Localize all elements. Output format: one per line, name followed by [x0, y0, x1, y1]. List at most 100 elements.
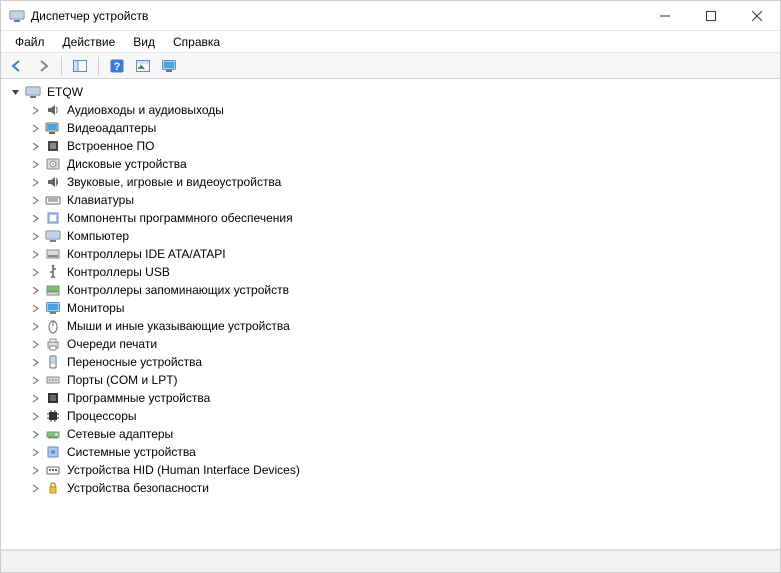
tree-category-node[interactable]: Клавиатуры — [29, 191, 772, 209]
tree-category-node[interactable]: Компоненты программного обеспечения — [29, 209, 772, 227]
show-hide-tree-button[interactable] — [68, 55, 92, 77]
portable-device-icon — [45, 354, 61, 370]
chevron-right-icon[interactable] — [29, 284, 41, 296]
tree-root-node[interactable]: ETQW — [9, 83, 772, 101]
tree-category-label[interactable]: Устройства безопасности — [65, 481, 211, 495]
menu-help[interactable]: Справка — [165, 33, 228, 51]
tree-category-node[interactable]: Устройства безопасности — [29, 479, 772, 497]
titlebar: Диспетчер устройств — [1, 1, 780, 31]
chevron-right-icon[interactable] — [29, 176, 41, 188]
tree-category-label[interactable]: Переносные устройства — [65, 355, 204, 369]
tree-category-node[interactable]: Порты (COM и LPT) — [29, 371, 772, 389]
tree-category-label[interactable]: Процессоры — [65, 409, 139, 423]
tree-category-node[interactable]: Компьютер — [29, 227, 772, 245]
chevron-right-icon[interactable] — [29, 302, 41, 314]
tree-category-node[interactable]: Аудиовходы и аудиовыходы — [29, 101, 772, 119]
tree-category-label[interactable]: Устройства HID (Human Interface Devices) — [65, 463, 302, 477]
tree-category-label[interactable]: Компьютер — [65, 229, 131, 243]
tree-category-label[interactable]: Контроллеры запоминающих устройств — [65, 283, 291, 297]
chevron-right-icon[interactable] — [29, 428, 41, 440]
chevron-right-icon[interactable] — [29, 482, 41, 494]
chevron-right-icon[interactable] — [29, 338, 41, 350]
back-button[interactable] — [5, 55, 29, 77]
scan-hardware-button[interactable] — [131, 55, 155, 77]
forward-button[interactable] — [31, 55, 55, 77]
chevron-right-icon[interactable] — [29, 230, 41, 242]
storage-controller-icon — [45, 282, 61, 298]
tree-category-label[interactable]: Видеоадаптеры — [65, 121, 158, 135]
chevron-right-icon[interactable] — [29, 248, 41, 260]
chevron-right-icon[interactable] — [29, 392, 41, 404]
tree-category-label[interactable]: Дисковые устройства — [65, 157, 189, 171]
chevron-right-icon[interactable] — [29, 356, 41, 368]
back-icon — [9, 58, 25, 74]
chevron-right-icon[interactable] — [29, 122, 41, 134]
tree-category-label[interactable]: Порты (COM и LPT) — [65, 373, 180, 387]
tree-category-node[interactable]: Устройства HID (Human Interface Devices) — [29, 461, 772, 479]
chevron-right-icon[interactable] — [29, 212, 41, 224]
menu-action[interactable]: Действие — [55, 33, 124, 51]
help-button[interactable]: ? — [105, 55, 129, 77]
close-button[interactable] — [734, 1, 780, 30]
menu-view[interactable]: Вид — [125, 33, 163, 51]
tree-category-label[interactable]: Программные устройства — [65, 391, 212, 405]
tree-category-node[interactable]: Программные устройства — [29, 389, 772, 407]
monitor-icon — [161, 58, 177, 74]
tree-category-label[interactable]: Клавиатуры — [65, 193, 136, 207]
window-title: Диспетчер устройств — [31, 9, 148, 23]
tree-category-node[interactable]: Системные устройства — [29, 443, 772, 461]
chevron-right-icon[interactable] — [29, 320, 41, 332]
tree-category-node[interactable]: Контроллеры IDE ATA/ATAPI — [29, 245, 772, 263]
tree-category-label[interactable]: Системные устройства — [65, 445, 198, 459]
monitor-icon — [45, 300, 61, 316]
tree-category-node[interactable]: Переносные устройства — [29, 353, 772, 371]
disk-icon — [45, 156, 61, 172]
tree-category-node[interactable]: Встроенное ПО — [29, 137, 772, 155]
tree-category-label[interactable]: Контроллеры IDE ATA/ATAPI — [65, 247, 228, 261]
chevron-right-icon[interactable] — [29, 446, 41, 458]
tree-category-label[interactable]: Мыши и иные указывающие устройства — [65, 319, 292, 333]
chevron-right-icon[interactable] — [29, 410, 41, 422]
tree-category-label[interactable]: Контроллеры USB — [65, 265, 172, 279]
maximize-button[interactable] — [688, 1, 734, 30]
tree-category-label[interactable]: Встроенное ПО — [65, 139, 156, 153]
chevron-right-icon[interactable] — [29, 194, 41, 206]
device-tree[interactable]: ETQW Аудиовходы и аудиовыходы Видеоадапте… — [1, 79, 780, 550]
chevron-right-icon[interactable] — [29, 158, 41, 170]
forward-icon — [35, 58, 51, 74]
tree-category-node[interactable]: Контроллеры USB — [29, 263, 772, 281]
tree-category-label[interactable]: Аудиовходы и аудиовыходы — [65, 103, 226, 117]
tree-root-label[interactable]: ETQW — [45, 85, 85, 99]
tree-category-node[interactable]: Сетевые адаптеры — [29, 425, 772, 443]
chevron-right-icon[interactable] — [29, 140, 41, 152]
tree-category-label[interactable]: Компоненты программного обеспечения — [65, 211, 295, 225]
audio-icon — [45, 102, 61, 118]
system-device-icon — [45, 444, 61, 460]
tree-category-node[interactable]: Контроллеры запоминающих устройств — [29, 281, 772, 299]
menu-file[interactable]: Файл — [7, 33, 53, 51]
refresh-icon — [135, 58, 151, 74]
tree-category-label[interactable]: Звуковые, игровые и видеоустройства — [65, 175, 283, 189]
tree-category-label[interactable]: Очереди печати — [65, 337, 159, 351]
minimize-button[interactable] — [642, 1, 688, 30]
chevron-down-icon[interactable] — [9, 86, 21, 98]
devices-printers-button[interactable] — [157, 55, 181, 77]
tree-category-label[interactable]: Сетевые адаптеры — [65, 427, 175, 441]
software-device-icon — [45, 390, 61, 406]
tree-category-node[interactable]: Очереди печати — [29, 335, 772, 353]
tree-category-node[interactable]: Мониторы — [29, 299, 772, 317]
tree-category-node[interactable]: Видеоадаптеры — [29, 119, 772, 137]
chevron-right-icon[interactable] — [29, 104, 41, 116]
chevron-right-icon[interactable] — [29, 374, 41, 386]
tree-category-label[interactable]: Мониторы — [65, 301, 126, 315]
display-adapter-icon — [45, 120, 61, 136]
cpu-icon — [45, 408, 61, 424]
chevron-right-icon[interactable] — [29, 464, 41, 476]
tree-category-node[interactable]: Звуковые, игровые и видеоустройства — [29, 173, 772, 191]
chevron-right-icon[interactable] — [29, 266, 41, 278]
tree-category-node[interactable]: Дисковые устройства — [29, 155, 772, 173]
menubar: Файл Действие Вид Справка — [1, 31, 780, 53]
tree-category-node[interactable]: Процессоры — [29, 407, 772, 425]
tree-category-node[interactable]: Мыши и иные указывающие устройства — [29, 317, 772, 335]
computer-icon — [25, 84, 41, 100]
